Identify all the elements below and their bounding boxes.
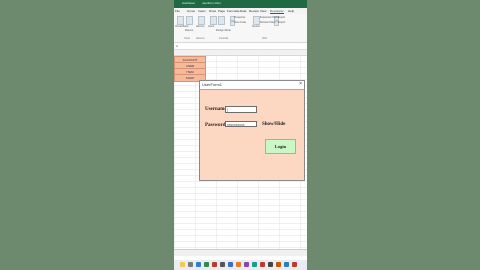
group-add-ins: Add-ins [196,37,205,40]
onenote-icon[interactable] [244,262,249,267]
tab-help[interactable]: Help [288,9,294,13]
close-icon[interactable]: × [299,81,302,87]
add-ins-label: Add-ins [196,25,205,28]
login-button[interactable]: Login [265,139,296,154]
terminal-icon[interactable] [268,262,273,267]
userform-title: UserForm1 [202,82,223,87]
design-mode-icon[interactable] [218,16,225,25]
username-label: Username [205,107,227,112]
workbook-name: userform.xlsm [202,1,221,5]
tab-page[interactable]: Page [218,9,225,13]
excel-icon[interactable] [204,262,209,267]
status-bar [174,249,307,256]
tab-review[interactable]: Review [249,9,259,13]
view-code-label: View Code [234,21,247,24]
group-code: Code [184,37,190,40]
tab-draw[interactable]: Draw [209,9,216,13]
ribbon: Visual Basic Macros Add-ins Insert Desig… [174,14,307,43]
tab-file[interactable]: File [175,9,180,13]
source-label: Source [252,25,260,28]
export-label: Export [278,21,286,24]
show-hide-label[interactable]: Show/Hide [262,122,285,127]
tab-formulas[interactable]: Formulas [227,9,240,13]
insert-control-icon[interactable] [210,16,217,25]
visual-basic-label: Visual Basic [175,25,189,28]
refresh-data-label: Refresh Data [260,21,275,24]
word-icon[interactable] [228,262,233,267]
insert-label: Insert [208,25,215,28]
visual-basic-icon[interactable] [177,16,184,25]
folder-icon[interactable] [180,262,185,267]
tab-data[interactable]: Data [240,9,246,13]
source-icon[interactable] [253,16,260,25]
macros-icon[interactable] [186,16,193,25]
powerpoint-icon[interactable] [236,262,241,267]
properties-label: Properties [234,16,246,19]
userform-dialog: UserForm1 × Username | Password xxxxxxxx… [199,80,305,181]
import-label: Import [278,16,286,19]
vlc-icon[interactable] [276,262,281,267]
record-icon[interactable] [292,262,297,267]
autosave-label[interactable]: AutoSave [182,1,195,5]
tab-insert[interactable]: Insert [198,9,206,13]
windows-taskbar [174,260,307,270]
username-input[interactable]: | [225,106,257,113]
formula-bar[interactable]: A [174,43,307,50]
name-box[interactable]: A [176,44,178,48]
search-icon[interactable] [188,262,193,267]
settings-icon[interactable] [220,262,225,267]
add-ins-icon[interactable] [198,16,205,25]
group-controls: Controls [219,37,229,40]
app-icon[interactable] [212,262,217,267]
group-xml: XML [262,37,268,40]
excel-title-bar: AutoSave userform.xlsm [174,0,307,8]
macros-label: Macros [185,29,194,32]
password-input[interactable]: xxxxxxxxxx [225,121,257,127]
tab-home[interactable]: Home [187,9,195,13]
edge-icon[interactable] [196,262,201,267]
design-mode-label: Design Mode [216,29,231,32]
store-icon[interactable] [284,262,289,267]
password-label: Password [205,123,226,128]
userform-title-bar[interactable]: UserForm1 × [200,81,304,90]
expansion-packs-label: Expansion Packs [260,16,280,19]
teams-icon[interactable] [252,262,257,267]
youtube-icon[interactable] [260,262,265,267]
tab-view[interactable]: View [260,9,266,13]
